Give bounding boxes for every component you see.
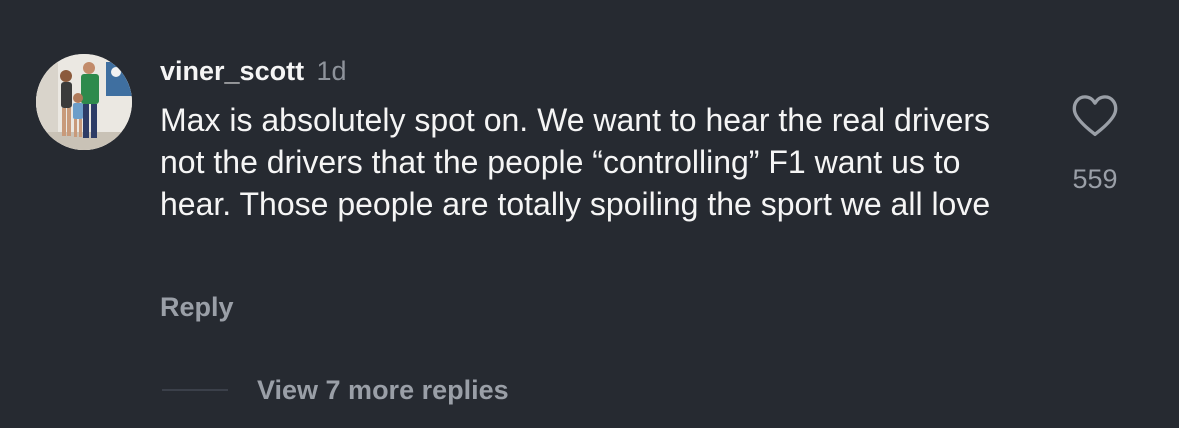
comment-item: viner_scott 1d Max is absolutely spot on… bbox=[0, 0, 1179, 428]
timestamp: 1d bbox=[316, 56, 347, 86]
avatar[interactable] bbox=[36, 54, 132, 150]
username[interactable]: viner_scott bbox=[160, 56, 304, 86]
like-count: 559 bbox=[1072, 164, 1118, 194]
avatar-photo bbox=[36, 54, 132, 150]
reply-button[interactable]: Reply bbox=[160, 290, 234, 324]
comment-header: viner_scott 1d bbox=[160, 54, 347, 88]
heart-icon[interactable] bbox=[1070, 92, 1120, 138]
view-more-replies-button[interactable]: View 7 more replies bbox=[257, 373, 509, 407]
comment-text: Max is absolutely spot on. We want to he… bbox=[160, 102, 991, 222]
replies-divider bbox=[162, 389, 228, 391]
like-area: 559 bbox=[1058, 92, 1132, 196]
